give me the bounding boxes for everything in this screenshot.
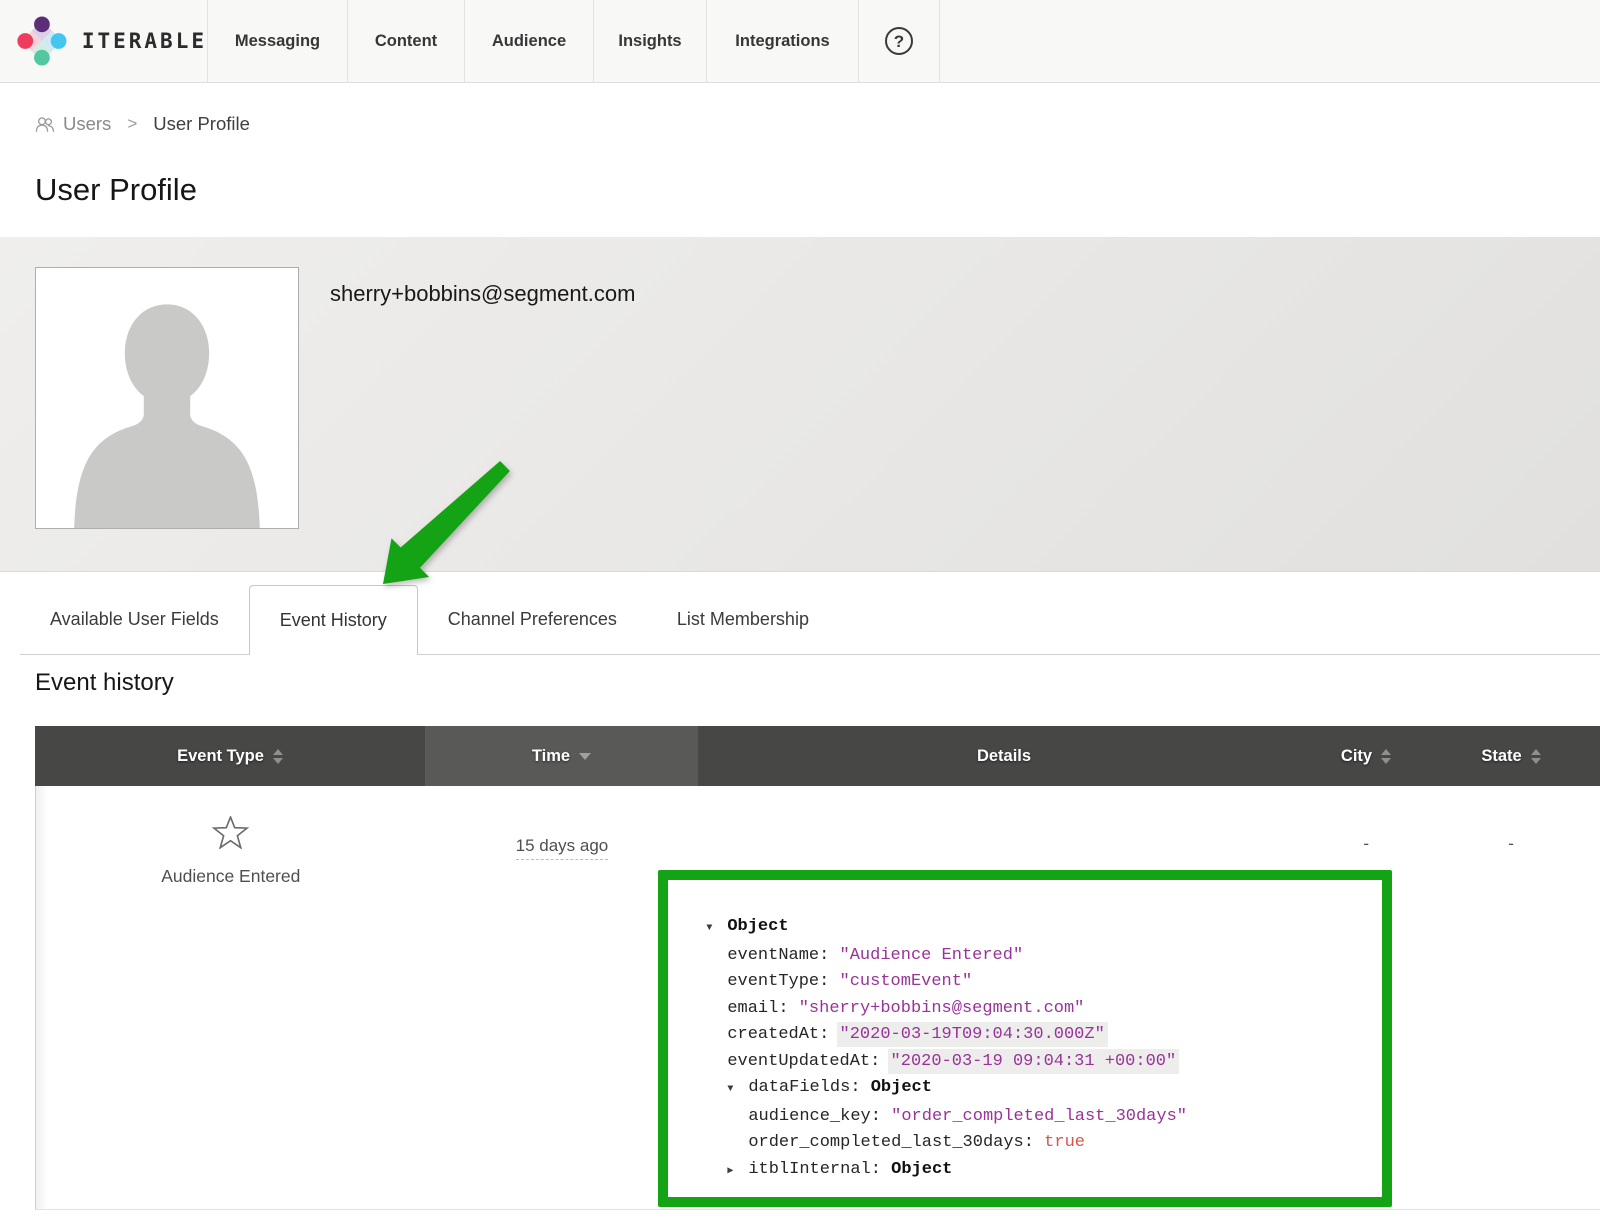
- table-body: Audience Entered 15 days ago ▼Objecteven…: [35, 786, 1600, 1210]
- json-line: eventName: "Audience Entered": [706, 943, 1370, 970]
- sort-asc-icon: [273, 749, 283, 755]
- event-type-cell: Audience Entered: [36, 786, 426, 887]
- nav-item-audience[interactable]: Audience: [465, 0, 594, 82]
- sort-icon: [1531, 749, 1541, 764]
- json-line: ▼Object: [706, 914, 1370, 943]
- iterable-logo-icon: [16, 13, 68, 69]
- column-label: Time: [532, 747, 570, 766]
- json-line: eventType: "customEvent": [706, 969, 1370, 996]
- json-key: order_completed_last_30days:: [748, 1133, 1044, 1152]
- column-label: Event Type: [177, 747, 264, 766]
- json-line: audience_key: "order_completed_last_30da…: [706, 1104, 1370, 1131]
- event-city: -: [1310, 786, 1422, 854]
- column-label: Details: [977, 747, 1031, 766]
- breadcrumb-users-link[interactable]: Users: [35, 113, 111, 135]
- json-value: "sherry+bobbins@segment.com": [799, 999, 1085, 1018]
- breadcrumb-current: User Profile: [153, 113, 250, 135]
- table-row: Audience Entered 15 days ago ▼Objecteven…: [36, 786, 1600, 1207]
- json-value: "Audience Entered": [840, 946, 1024, 965]
- nav-item-messaging[interactable]: Messaging: [208, 0, 348, 82]
- profile-tabs: Available User FieldsEvent HistoryChanne…: [20, 585, 1600, 655]
- avatar: [35, 267, 299, 529]
- json-value: "2020-03-19 09:04:31 +00:00": [891, 1052, 1177, 1071]
- sort-asc-icon: [1531, 749, 1541, 755]
- tab-channel-preferences[interactable]: Channel Preferences: [418, 585, 647, 654]
- breadcrumb-users-label: Users: [63, 113, 111, 135]
- main-nav: MessagingContentAudienceInsightsIntegrat…: [208, 0, 859, 82]
- user-email: sherry+bobbins@segment.com: [330, 281, 635, 307]
- help-glyph: ?: [894, 33, 904, 50]
- profile-banner: sherry+bobbins@segment.com: [0, 237, 1600, 572]
- sort-desc-icon: [1531, 758, 1541, 764]
- brand-name: ITERABLE: [82, 29, 207, 53]
- event-history-table: Event Type Time Details City State Audience …: [35, 726, 1600, 1210]
- sort-desc-icon: [273, 758, 283, 764]
- json-value: "customEvent": [840, 972, 973, 991]
- brand-logo[interactable]: ITERABLE: [0, 0, 208, 82]
- json-key: createdAt:: [727, 1025, 839, 1044]
- json-key: eventType:: [727, 972, 839, 991]
- column-header-city[interactable]: City: [1310, 726, 1422, 786]
- sort-icon: [1381, 749, 1391, 764]
- nav-item-content[interactable]: Content: [348, 0, 465, 82]
- json-line: eventUpdatedAt: "2020-03-19 09:04:31 +00…: [706, 1049, 1370, 1076]
- json-key: eventName:: [727, 946, 839, 965]
- column-header-details: Details: [698, 726, 1310, 786]
- help-icon: ?: [885, 27, 913, 55]
- json-value: "2020-03-19T09:04:30.000Z": [840, 1025, 1105, 1044]
- json-line: email: "sherry+bobbins@segment.com": [706, 996, 1370, 1023]
- column-header-time[interactable]: Time: [425, 726, 698, 786]
- json-line: order_completed_last_30days: true: [706, 1130, 1370, 1157]
- json-key: eventUpdatedAt:: [727, 1052, 890, 1071]
- event-details-cell: ▼ObjecteventName: "Audience Entered"even…: [698, 786, 1310, 1207]
- event-type-label: Audience Entered: [36, 866, 426, 887]
- table-header-row: Event Type Time Details City State: [35, 726, 1600, 786]
- breadcrumb: Users > User Profile: [35, 109, 1600, 139]
- help-button[interactable]: ?: [859, 0, 940, 82]
- nav-item-insights[interactable]: Insights: [594, 0, 707, 82]
- sort-asc-icon: [1381, 749, 1391, 755]
- json-key: dataFields:: [748, 1078, 870, 1097]
- nav-item-integrations[interactable]: Integrations: [707, 0, 859, 82]
- json-key: itblInternal:: [748, 1160, 891, 1179]
- user-profile-page: ITERABLE MessagingContentAudienceInsight…: [0, 0, 1600, 1219]
- column-header-state[interactable]: State: [1422, 726, 1600, 786]
- column-label: City: [1341, 747, 1372, 766]
- event-state: -: [1422, 786, 1600, 854]
- event-time-cell: 15 days ago: [426, 786, 699, 860]
- sort-icon: [273, 749, 283, 764]
- tab-event-history[interactable]: Event History: [249, 585, 418, 655]
- event-details-json: ▼ObjecteventName: "Audience Entered"even…: [706, 914, 1370, 1185]
- event-time[interactable]: 15 days ago: [516, 836, 609, 860]
- page-title: User Profile: [35, 169, 1600, 211]
- json-object-label: Object: [871, 1078, 932, 1097]
- json-value: "order_completed_last_30days": [891, 1107, 1187, 1126]
- section-heading: Event history: [35, 668, 1600, 698]
- star-icon: [212, 816, 249, 849]
- column-header-event-type[interactable]: Event Type: [35, 726, 425, 786]
- json-key: email:: [727, 999, 798, 1018]
- sort-desc-icon: [1381, 758, 1391, 764]
- sort-desc-icon: [579, 753, 591, 760]
- json-value: true: [1044, 1133, 1085, 1152]
- json-object-label: Object: [891, 1160, 952, 1179]
- users-icon: [35, 115, 55, 133]
- expand-triangle-icon[interactable]: ▼: [727, 1077, 748, 1104]
- top-nav: ITERABLE MessagingContentAudienceInsight…: [0, 0, 1600, 83]
- json-object-label: Object: [727, 917, 788, 936]
- column-label: State: [1481, 747, 1521, 766]
- tab-available-user-fields[interactable]: Available User Fields: [20, 585, 249, 654]
- json-line: createdAt: "2020-03-19T09:04:30.000Z": [706, 1022, 1370, 1049]
- collapse-triangle-icon[interactable]: ▶: [727, 1159, 748, 1186]
- person-silhouette-icon: [61, 296, 273, 528]
- json-line: ▶itblInternal: Object: [706, 1157, 1370, 1186]
- chevron-right-icon: >: [127, 114, 137, 134]
- annotation-highlight-box: ▼ObjecteventName: "Audience Entered"even…: [658, 870, 1392, 1207]
- tab-list-membership[interactable]: List Membership: [647, 585, 839, 654]
- json-key: audience_key:: [748, 1107, 891, 1126]
- json-line: ▼dataFields: Object: [706, 1075, 1370, 1104]
- expand-triangle-icon[interactable]: ▼: [706, 916, 727, 943]
